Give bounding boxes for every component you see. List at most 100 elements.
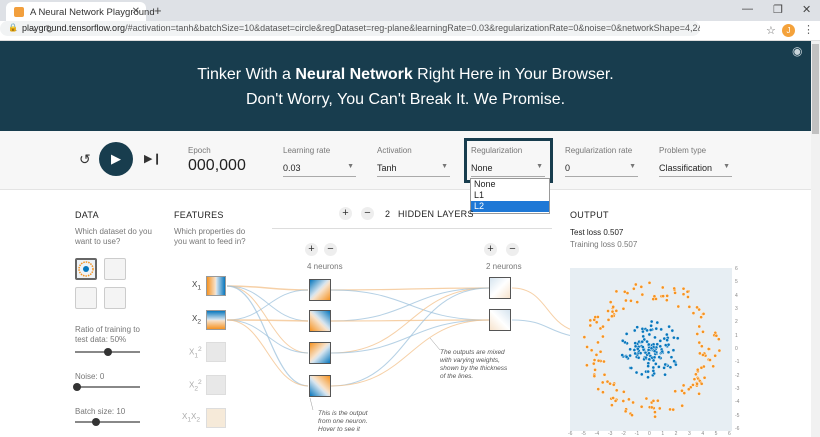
point-inner xyxy=(654,326,659,331)
point-outer xyxy=(610,309,615,314)
point-outer xyxy=(691,311,696,315)
point-outer xyxy=(585,363,589,368)
point-outer xyxy=(697,392,701,396)
point-outer xyxy=(699,315,703,319)
x-tick-label: -6 xyxy=(568,431,573,437)
point-outer xyxy=(592,318,597,322)
point-outer xyxy=(651,399,656,403)
point-outer xyxy=(600,380,605,385)
point-inner xyxy=(646,364,650,368)
point-outer xyxy=(644,396,649,401)
point-inner xyxy=(657,355,662,359)
y-tick-label: 6 xyxy=(735,266,738,272)
neuron-l2-2[interactable] xyxy=(489,309,511,331)
x-tick-label: 5 xyxy=(714,431,718,437)
point-inner xyxy=(665,338,669,342)
y-tick-label: -4 xyxy=(735,399,740,406)
point-inner xyxy=(640,339,645,344)
point-outer xyxy=(591,361,596,366)
point-inner xyxy=(646,342,651,347)
point-outer xyxy=(608,300,613,304)
y-tick-label: 3 xyxy=(735,306,738,312)
neuron-l2-1[interactable] xyxy=(489,277,511,299)
point-inner xyxy=(644,355,648,360)
point-inner xyxy=(624,332,629,336)
point-outer xyxy=(589,348,594,353)
point-inner xyxy=(646,348,651,352)
point-inner xyxy=(634,370,639,375)
point-inner xyxy=(636,355,641,360)
point-outer xyxy=(639,404,644,409)
point-outer xyxy=(601,334,605,339)
point-inner xyxy=(670,328,675,333)
point-outer xyxy=(614,289,619,294)
point-outer xyxy=(621,306,626,311)
point-outer xyxy=(602,372,607,377)
output-scatter xyxy=(582,281,722,419)
point-outer xyxy=(676,304,681,309)
point-outer xyxy=(680,403,684,408)
point-inner xyxy=(667,324,671,329)
point-outer xyxy=(596,387,601,391)
point-inner xyxy=(674,362,678,367)
point-outer xyxy=(592,374,597,378)
x-tick-label: -5 xyxy=(581,431,586,437)
point-outer xyxy=(697,340,702,345)
point-outer xyxy=(706,347,711,351)
point-inner xyxy=(633,341,638,345)
y-tick-label: 0 xyxy=(735,346,738,352)
point-outer xyxy=(653,414,657,419)
point-outer xyxy=(699,382,704,386)
point-inner xyxy=(648,328,653,332)
x-tick-label: 6 xyxy=(728,431,731,437)
point-inner xyxy=(651,365,656,370)
point-outer xyxy=(701,353,705,357)
point-outer xyxy=(606,309,610,313)
point-outer xyxy=(680,388,684,393)
point-outer xyxy=(673,389,677,394)
point-outer xyxy=(697,324,702,329)
point-outer xyxy=(632,286,636,291)
point-outer xyxy=(685,289,690,294)
point-outer xyxy=(635,300,640,304)
point-inner xyxy=(629,366,634,370)
point-outer xyxy=(601,390,605,394)
point-outer xyxy=(717,348,722,353)
point-inner xyxy=(666,350,671,355)
point-outer xyxy=(656,398,660,403)
point-inner xyxy=(647,357,652,362)
point-outer xyxy=(621,399,626,403)
point-outer xyxy=(624,298,628,303)
point-inner xyxy=(649,319,654,324)
neuron-l1-1[interactable] xyxy=(309,279,331,301)
point-outer xyxy=(627,397,631,402)
x-tick-label: 0 xyxy=(648,431,651,437)
neuron-l1-4[interactable] xyxy=(309,375,331,397)
point-outer xyxy=(596,340,600,345)
point-inner xyxy=(651,369,656,373)
neuron-l1-2[interactable] xyxy=(309,310,331,332)
neuron-l1-3[interactable] xyxy=(309,342,331,364)
y-tick-label: -1 xyxy=(735,359,740,366)
point-outer xyxy=(711,364,715,369)
point-inner xyxy=(640,372,644,377)
point-outer xyxy=(647,281,652,285)
point-inner xyxy=(646,375,650,380)
x-axis-ticks: -6 -5 -4 -3 -2 -1 0 1 2 3 4 5 6 xyxy=(568,431,734,437)
y-tick-label: 5 xyxy=(735,279,738,286)
point-outer xyxy=(610,314,614,319)
point-inner xyxy=(669,355,674,359)
point-outer xyxy=(582,335,587,339)
point-outer xyxy=(717,337,721,341)
point-outer xyxy=(640,292,645,297)
test-loss: Test loss 0.507 xyxy=(570,228,624,237)
training-loss: Training loss 0.507 xyxy=(570,240,638,249)
point-outer xyxy=(598,349,603,354)
point-outer xyxy=(671,407,676,412)
point-outer xyxy=(622,390,626,394)
point-inner xyxy=(660,349,665,354)
neuron-note: This is the output from one neuron. Hove… xyxy=(318,410,368,433)
y-axis-ticks: 6 5 4 3 2 1 0 -1 -2 -3 -4 -5 -6 xyxy=(734,266,744,432)
point-outer xyxy=(660,285,665,290)
y-tick-label: -2 xyxy=(735,372,740,379)
